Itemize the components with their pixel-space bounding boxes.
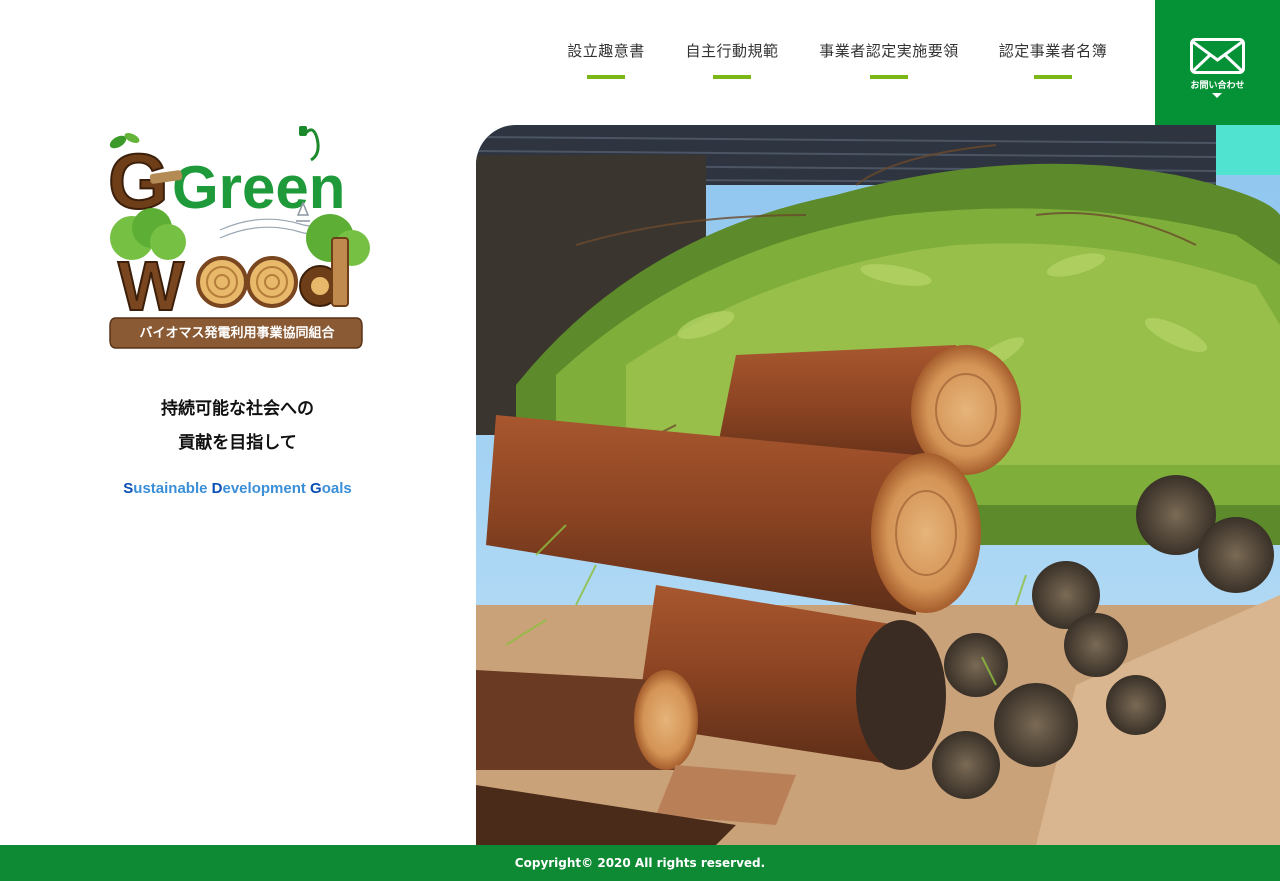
nav-item-label: 自主行動規範 xyxy=(685,42,779,60)
nav-item-certified-list[interactable]: 認定事業者名簿 xyxy=(997,40,1109,79)
sdg-text: Sustainable Development Goals xyxy=(100,480,375,497)
mail-icon xyxy=(1190,38,1245,74)
logo-word-green: Green xyxy=(172,154,345,221)
logo-graphic: G Green W バイオマス発電利用事業協同組合 xyxy=(107,126,370,349)
chevron-down-icon xyxy=(1212,93,1222,98)
logs-photo xyxy=(476,125,1280,845)
tagline-line-1: 持続可能な社会への xyxy=(161,399,314,419)
nav-underline xyxy=(870,75,908,79)
nav-item-label: 認定事業者名簿 xyxy=(998,42,1108,60)
sdg-s-rest: ustainable xyxy=(133,480,212,497)
sdg-s: S xyxy=(123,480,134,497)
footer: Copyright© 2020 All rights reserved. xyxy=(0,845,1280,881)
tagline-line-2: 貢献を目指して xyxy=(178,433,297,453)
nav-item-founding-prospectus[interactable]: 設立趣意書 xyxy=(566,40,646,79)
logo-subtitle: バイオマス発電利用事業協同組合 xyxy=(139,325,335,341)
nav-item-label: 事業者認定実施要領 xyxy=(819,42,959,60)
nav-item-certification-guidelines[interactable]: 事業者認定実施要領 xyxy=(818,40,960,79)
nav-item-label: 設立趣意書 xyxy=(567,42,645,60)
tagline: 持続可能な社会への 貢献を目指して xyxy=(100,392,375,460)
sdg-g: G xyxy=(310,480,322,497)
green-wood-logo[interactable]: G Green W バイオマス発電利用事業協同組合 xyxy=(100,120,375,355)
nav-underline xyxy=(713,75,751,79)
nav-underline xyxy=(1034,75,1072,79)
main-nav: 設立趣意書 自主行動規範 事業者認定実施要領 認定事業者名簿 xyxy=(0,0,1155,125)
contact-button[interactable]: お問い合わせ xyxy=(1155,0,1280,125)
svg-text:W: W xyxy=(118,247,184,325)
sdg-g-rest: oals xyxy=(321,480,352,497)
sdg-d: D xyxy=(211,480,223,497)
contact-label: お問い合わせ xyxy=(1190,81,1245,91)
hero-image-logs xyxy=(476,125,1280,845)
nav-item-code-of-conduct[interactable]: 自主行動規範 xyxy=(683,40,781,79)
sdg-d-rest: evelopment xyxy=(222,480,311,497)
copyright-text: Copyright© 2020 All rights reserved. xyxy=(514,856,766,870)
nav-underline xyxy=(587,75,625,79)
